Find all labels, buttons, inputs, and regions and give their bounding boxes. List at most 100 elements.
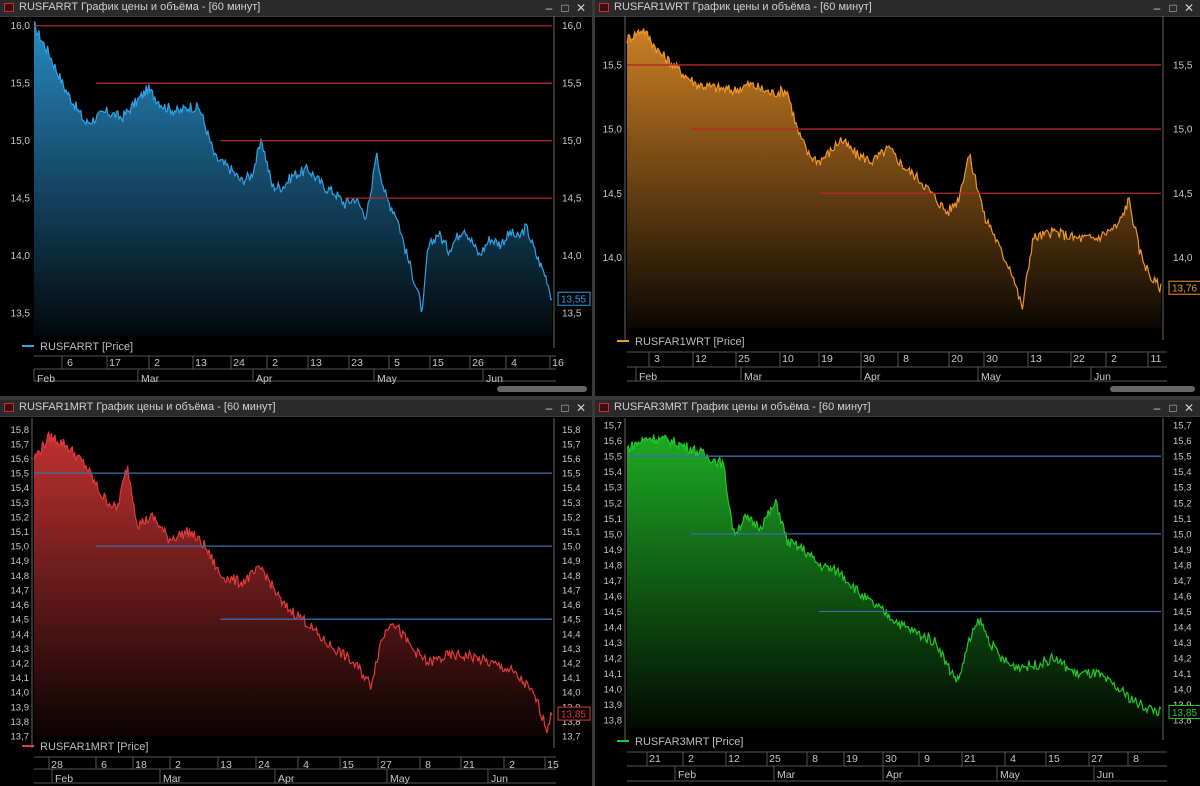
y-tick-label: 15,0 xyxy=(1173,529,1192,540)
chart-window-rusfarrt: RUSFARRT График цены и объёма - [60 мину… xyxy=(0,0,592,396)
y-tick-label-left: 14,0 xyxy=(604,685,623,696)
x-tick-label-month: Apr xyxy=(886,769,903,781)
y-tick-label: 15,3 xyxy=(1173,483,1192,494)
y-tick-label: 15,0 xyxy=(562,136,582,147)
x-tick-label-month: May xyxy=(377,373,398,385)
y-tick-label-left: 15,6 xyxy=(11,454,30,465)
price-area xyxy=(627,434,1161,728)
x-tick-label-day: 15 xyxy=(342,759,354,771)
y-tick-label-left: 14,0 xyxy=(11,251,31,262)
x-tick-label-day: 16 xyxy=(552,357,564,369)
y-tick-label: 15,7 xyxy=(562,439,581,450)
y-tick-label-left: 15,4 xyxy=(11,483,30,494)
y-tick-label-left: 15,6 xyxy=(604,436,623,447)
y-tick-label-left: 14,9 xyxy=(604,545,623,556)
y-tick-label: 14,3 xyxy=(1173,638,1192,649)
x-tick-label-day: 2 xyxy=(154,357,160,369)
x-tick-label-day: 3 xyxy=(654,353,660,365)
y-tick-label: 16,0 xyxy=(562,21,582,32)
y-tick-label-left: 15,0 xyxy=(11,542,30,553)
x-tick-label-day: 5 xyxy=(394,357,400,369)
y-tick-label: 15,0 xyxy=(562,542,581,553)
x-tick-label-day: 12 xyxy=(728,753,740,765)
x-tick-label-day: 24 xyxy=(258,759,270,771)
y-tick-label-left: 15,0 xyxy=(603,125,623,136)
y-tick-label: 15,5 xyxy=(562,79,582,90)
x-tick-label-day: 10 xyxy=(782,353,794,365)
x-tick-label-month: Mar xyxy=(777,769,796,781)
x-tick-label-month: Jun xyxy=(1094,371,1111,383)
y-tick-label: 14,7 xyxy=(1173,576,1192,587)
y-tick-label: 15,4 xyxy=(562,483,581,494)
price-area xyxy=(627,28,1161,328)
legend-swatch xyxy=(617,740,629,743)
y-tick-label: 15,1 xyxy=(562,527,581,538)
chart-legend: RUSFAR3MRT [Price] xyxy=(617,736,743,748)
x-tick-label-day: 30 xyxy=(885,753,897,765)
y-tick-label: 14,2 xyxy=(1173,654,1192,665)
last-price-label: 13,55 xyxy=(561,295,586,306)
x-tick-label-day: 15 xyxy=(547,759,559,771)
x-tick-label-month: Feb xyxy=(678,769,696,781)
x-tick-label-month: Mar xyxy=(163,773,182,785)
y-tick-label: 14,3 xyxy=(562,644,581,655)
y-tick-label: 15,7 xyxy=(1173,421,1192,432)
y-tick-label: 14,4 xyxy=(1173,623,1192,634)
x-tick-label-day: 22 xyxy=(1073,353,1085,365)
x-tick-label-day: 30 xyxy=(863,353,875,365)
x-tick-label-day: 15 xyxy=(1048,753,1060,765)
y-tick-label: 14,9 xyxy=(1173,545,1192,556)
y-tick-label-left: 14,9 xyxy=(11,556,30,567)
x-tick-label-month: Feb xyxy=(55,773,73,785)
price-chart: 13,813,813,913,914,014,014,114,114,214,2… xyxy=(604,418,1200,782)
y-tick-label: 15,6 xyxy=(1173,436,1192,447)
y-tick-label-left: 14,0 xyxy=(603,253,623,264)
x-tick-label-day: 8 xyxy=(812,753,818,765)
x-tick-label-day: 2 xyxy=(272,357,278,369)
y-tick-label-left: 14,1 xyxy=(604,669,623,680)
y-tick-label: 15,1 xyxy=(1173,514,1192,525)
x-tick-label-day: 21 xyxy=(964,753,976,765)
legend-label: RUSFARRT [Price] xyxy=(40,341,134,353)
y-tick-label-left: 15,1 xyxy=(604,514,623,525)
y-tick-label-left: 15,2 xyxy=(604,498,623,509)
y-tick-label-left: 14,3 xyxy=(604,638,623,649)
x-tick-label-day: 20 xyxy=(951,353,963,365)
x-tick-label-day: 18 xyxy=(135,759,147,771)
x-tick-label-month: May xyxy=(1000,769,1021,781)
y-tick-label-left: 15,3 xyxy=(11,498,30,509)
y-tick-label-left: 13,8 xyxy=(604,716,623,727)
y-tick-label: 15,5 xyxy=(1173,60,1193,71)
x-tick-label-day: 19 xyxy=(821,353,833,365)
x-tick-label-day: 30 xyxy=(986,353,998,365)
y-tick-label: 14,0 xyxy=(562,251,582,262)
y-tick-label-left: 14,5 xyxy=(11,194,31,205)
x-tick-label-day: 8 xyxy=(425,759,431,771)
y-tick-label-left: 14,5 xyxy=(604,607,623,618)
x-tick-label-month: Apr xyxy=(256,373,273,385)
y-tick-label-left: 14,6 xyxy=(11,600,30,611)
y-tick-label-left: 14,4 xyxy=(604,623,623,634)
horizontal-scrollbar[interactable] xyxy=(497,386,587,392)
y-tick-label: 14,2 xyxy=(562,658,581,669)
y-tick-label: 14,8 xyxy=(562,571,581,582)
y-tick-label-left: 14,6 xyxy=(604,591,623,602)
last-price-label: 13,85 xyxy=(561,710,586,721)
y-tick-label-left: 14,8 xyxy=(11,571,30,582)
y-tick-label-left: 15,1 xyxy=(11,527,30,538)
horizontal-scrollbar[interactable] xyxy=(1110,386,1195,392)
y-tick-label-left: 15,5 xyxy=(604,452,623,463)
x-tick-label-day: 13 xyxy=(195,357,207,369)
y-tick-label-left: 13,5 xyxy=(11,309,31,320)
chart-window-rusfar3mrt: RUSFAR3MRT График цены и объёма - [60 ми… xyxy=(595,400,1200,786)
y-tick-label-left: 15,5 xyxy=(11,79,31,90)
x-tick-label-month: Apr xyxy=(278,773,295,785)
last-price-label: 13,76 xyxy=(1172,284,1197,295)
x-tick-label-day: 2 xyxy=(509,759,515,771)
x-tick-label-day: 4 xyxy=(1010,753,1016,765)
y-tick-label: 15,2 xyxy=(562,512,581,523)
y-tick-label-left: 15,5 xyxy=(603,60,623,71)
y-tick-label: 13,7 xyxy=(562,732,581,743)
x-tick-label-month: Jun xyxy=(1097,769,1114,781)
y-tick-label-left: 15,2 xyxy=(11,512,30,523)
